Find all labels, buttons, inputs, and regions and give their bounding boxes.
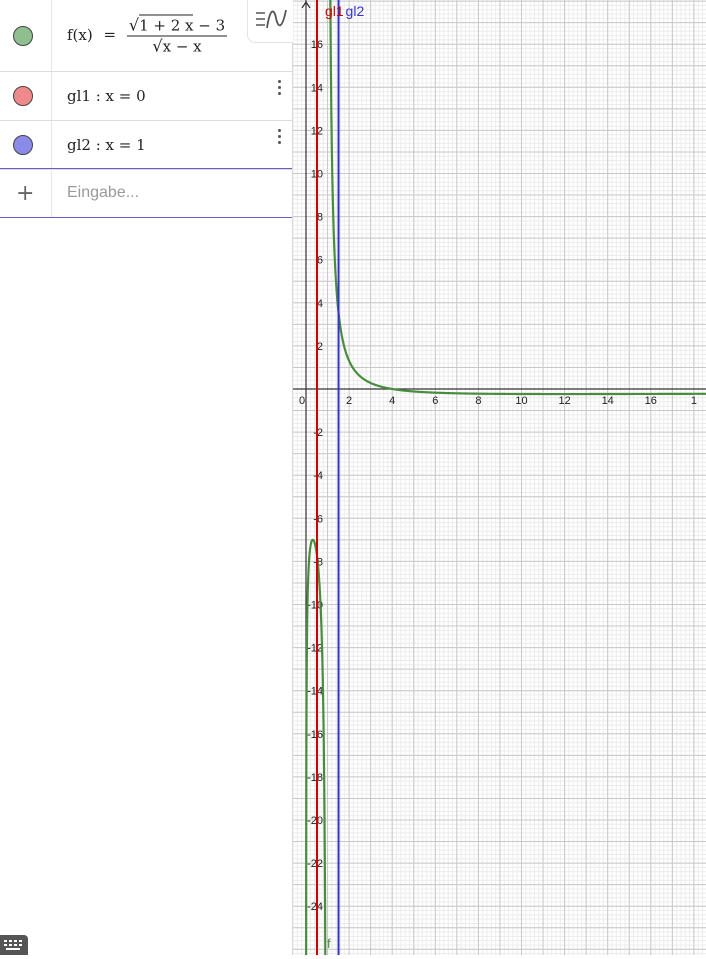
label-gl2: gl2 [346, 3, 365, 19]
x-tick-label: 4 [389, 395, 395, 407]
row-gutter [0, 0, 52, 71]
equation-gl2[interactable]: gl2 : x = 1 [67, 136, 146, 154]
x-tick-label: 16 [645, 395, 657, 407]
y-tick-label: -4 [313, 470, 323, 482]
denominator-rest: − x [171, 37, 202, 55]
x-tick-label: 12 [558, 395, 570, 407]
denominator-radicand: x [162, 35, 172, 55]
row-gutter [0, 121, 52, 169]
y-tick-label: -16 [307, 729, 323, 741]
x-tick-label: 6 [432, 395, 438, 407]
algebra-row-gl2[interactable]: gl2 : x = 1 [0, 121, 292, 170]
x-tick-label: 14 [602, 395, 614, 407]
algebra-view: f(x) = √1 + 2 x − 3 √x − x gl1 : x = 0 g… [0, 0, 293, 955]
x-tick-label: 2 [346, 395, 352, 407]
numerator-radicand: 1 + 2 x [139, 14, 194, 34]
row-gutter [0, 72, 52, 120]
y-tick-label: -20 [307, 815, 323, 827]
more-vert-icon[interactable] [278, 129, 282, 147]
y-tick-label: -12 [307, 643, 323, 655]
x-tick-label: 1 [691, 395, 697, 407]
equals-sign: = [103, 25, 117, 44]
visibility-toggle-gl1[interactable] [13, 86, 33, 106]
more-vert-icon[interactable] [278, 80, 282, 98]
numerator-rest: − 3 [193, 16, 226, 34]
label-f: f [327, 936, 331, 951]
label-gl1: gl1 [325, 3, 344, 19]
equation-gl1[interactable]: gl1 : x = 0 [67, 87, 146, 105]
y-tick-label: -2 [313, 427, 323, 439]
function-definition-f[interactable]: f(x) = √1 + 2 x − 3 √x − x [67, 14, 228, 56]
plus-icon[interactable]: + [16, 181, 34, 206]
y-tick-label: -6 [313, 513, 323, 525]
graph-style-button[interactable] [247, 0, 293, 43]
row-gutter: + [0, 169, 52, 217]
fraction: √1 + 2 x − 3 √x − x [126, 14, 228, 55]
visibility-toggle-gl2[interactable] [13, 135, 33, 155]
graph-canvas[interactable]: 02468101214161246810121416-2-4-6-8-10-12… [292, 0, 706, 959]
y-tick-label: -18 [307, 772, 323, 784]
y-tick-label: -24 [307, 901, 323, 913]
keyboard-icon[interactable] [0, 935, 28, 955]
algebra-row-gl1[interactable]: gl1 : x = 0 [0, 72, 292, 121]
graph-style-icon [256, 9, 287, 29]
y-tick-label: -14 [307, 686, 323, 698]
x-tick-label: 8 [475, 395, 481, 407]
y-tick-label: -22 [307, 858, 323, 870]
function-name: f(x) [67, 25, 93, 44]
x-tick-label: 10 [515, 395, 527, 407]
visibility-toggle-f[interactable] [13, 25, 33, 46]
graphics-view[interactable]: 02468101214161246810121416-2-4-6-8-10-12… [292, 0, 706, 959]
input-bar[interactable]: Eingabe... [67, 184, 139, 202]
algebra-input-row[interactable]: + Eingabe... [0, 169, 292, 218]
x-tick-label: 0 [299, 395, 305, 407]
